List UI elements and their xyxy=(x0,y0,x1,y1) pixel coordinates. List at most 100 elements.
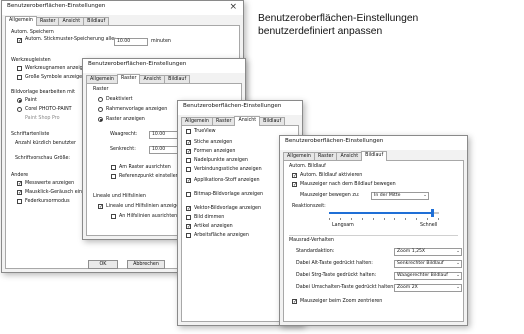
view-option-checkbox[interactable]: ✓ xyxy=(186,149,191,155)
paint-label: Paint xyxy=(25,98,37,103)
show-guides-checkbox[interactable]: ✓ xyxy=(98,204,103,210)
grid-label: Raster xyxy=(93,87,109,92)
autoscroll-label: Autom. Bildlauf xyxy=(289,164,326,169)
autosave-interval-input[interactable]: 10.00 xyxy=(114,38,148,46)
view-option-checkbox[interactable] xyxy=(186,158,191,163)
view-option-checkbox[interactable] xyxy=(186,233,191,238)
slider-tick xyxy=(427,218,428,220)
shift-key-select[interactable]: Zoom 2X ⌄ xyxy=(394,284,462,292)
close-icon[interactable]: × xyxy=(229,2,237,13)
chevron-down-icon: ⌄ xyxy=(456,261,460,266)
slider-tick xyxy=(438,218,439,220)
dialog-scroll: Benutzeroberflächen-Einstellungen Allgem… xyxy=(279,135,468,326)
ok-button[interactable]: OK xyxy=(88,260,118,269)
slider-tick xyxy=(384,218,385,220)
paint-radio[interactable] xyxy=(17,98,22,103)
title-bar: Benutzeroberflächen-Einstellungen xyxy=(83,59,245,73)
view-option-label: TrueView xyxy=(194,129,216,134)
autoscroll-enable-checkbox[interactable]: ✓ xyxy=(292,173,297,179)
default-action-select[interactable]: Zoom 1,25X ⌄ xyxy=(394,248,462,256)
view-option-checkbox[interactable] xyxy=(186,192,191,197)
show-grid-radio[interactable] xyxy=(98,117,103,122)
show-guides-label: Lineale und Hilfslinien anzeigen xyxy=(106,204,183,209)
recent-fonts-label: Anzahl kürzlich benutzter xyxy=(15,141,76,146)
title-bar: Benutzeroberflächen-Einstellungen xyxy=(178,101,302,115)
other-label: Andere xyxy=(11,173,29,178)
view-option-checkbox[interactable]: ✓ xyxy=(186,206,191,212)
snap-to-grid-label: Am Raster ausrichten xyxy=(119,165,171,170)
view-option-checkbox[interactable]: ✓ xyxy=(186,178,191,184)
reference-point-checkbox[interactable] xyxy=(111,174,116,179)
reaction-time-label: Reaktionszeit: xyxy=(292,204,326,209)
reaction-time-slider[interactable] xyxy=(329,209,439,221)
corel-label: Corel PHOTO-PAINT xyxy=(25,107,72,112)
alt-key-label: Dabei Alt-Taste gedrückt halten: xyxy=(296,261,373,266)
show-grid-label: Raster anzeigen xyxy=(106,117,145,122)
wheel-label: Mausrad-Verhalten xyxy=(289,238,334,243)
horizontal-label: Waagrecht: xyxy=(110,132,138,137)
view-option-label: Applikations-Stoff anzeigen xyxy=(194,178,260,183)
pen-cursor-label: Federkursormodus xyxy=(25,199,70,204)
move-cursor-checkbox[interactable]: ✓ xyxy=(292,182,297,188)
alt-key-value: Senkrechter Bildlauf xyxy=(397,261,444,266)
vertical-label: Senkrecht: xyxy=(110,147,136,152)
view-option-checkbox[interactable] xyxy=(186,129,191,134)
paintshop-label: Paint Shop Pro xyxy=(25,116,60,121)
alt-key-select[interactable]: Senkrechter Bildlauf ⌄ xyxy=(394,260,462,268)
pen-cursor-checkbox[interactable] xyxy=(17,199,22,204)
large-icons-checkbox[interactable] xyxy=(17,75,22,80)
slider-thumb[interactable] xyxy=(431,209,434,217)
dialog-title: Benutzeroberflächen-Einstellungen xyxy=(7,3,106,9)
autoscroll-enable-label: Autom. Bildlauf aktivieren xyxy=(300,173,363,178)
view-option-checkbox[interactable] xyxy=(186,167,191,172)
default-action-value: Zoom 1,25X xyxy=(397,249,426,254)
slider-tick xyxy=(373,218,374,220)
chevron-down-icon: ⌄ xyxy=(423,193,427,198)
slider-tick xyxy=(405,218,406,220)
tool-names-checkbox[interactable] xyxy=(17,66,22,71)
center-on-zoom-checkbox[interactable]: ✓ xyxy=(292,299,297,305)
ctrl-key-select[interactable]: Waagerechter Bildlauf ⌄ xyxy=(394,272,462,280)
fonts-label: Schriftartenliste xyxy=(11,132,50,137)
tab-grid[interactable]: Raster xyxy=(116,74,141,84)
disabled-radio[interactable] xyxy=(98,97,103,102)
chevron-down-icon: ⌄ xyxy=(456,285,460,290)
move-to-select[interactable]: In der Mitte ⌄ xyxy=(371,192,429,200)
slider-tick xyxy=(416,218,417,220)
view-option-label: Bitmap-Bildvorlage anzeigen xyxy=(194,192,264,197)
view-option-checkbox[interactable]: ✓ xyxy=(186,224,191,230)
slider-tick xyxy=(394,218,395,220)
slider-fill xyxy=(329,212,431,214)
snap-to-guides-checkbox[interactable] xyxy=(111,214,116,219)
move-to-label: Mauszeiger bewegen zu: xyxy=(300,193,360,198)
dialog-title: Benutzeroberflächen-Einstellungen xyxy=(285,138,384,144)
slider-tick xyxy=(329,218,330,220)
autosave-text: Autom. Stickmuster-Speicherung alle: xyxy=(25,37,116,42)
dialog-title: Benutzeroberflächen-Einstellungen xyxy=(88,61,187,67)
autosave-label: Autom. Speichern xyxy=(11,30,54,35)
autosave-checkbox[interactable]: ✓ xyxy=(17,38,22,44)
view-option-label: Stiche anzeigen xyxy=(194,140,233,145)
snap-to-grid-checkbox[interactable] xyxy=(111,165,116,170)
chevron-down-icon: ⌄ xyxy=(456,273,460,278)
shift-key-value: Zoom 2X xyxy=(397,285,418,290)
corel-radio[interactable] xyxy=(17,107,22,112)
cancel-button[interactable]: Abbrechen xyxy=(127,260,165,269)
slider-tick xyxy=(351,218,352,220)
tab-scroll[interactable]: Bildlauf xyxy=(361,151,388,161)
view-option-checkbox[interactable] xyxy=(186,215,191,220)
toolbars-label: Werkzeugleisten xyxy=(11,58,51,63)
large-icons-label: Große Symbole anzeigen xyxy=(25,75,86,80)
tab-general[interactable]: Allgemein xyxy=(5,16,37,26)
heading-line-2: benutzerdefiniert anpassen xyxy=(258,26,383,37)
chevron-down-icon: ⌄ xyxy=(456,249,460,254)
view-option-checkbox[interactable]: ✓ xyxy=(186,140,191,146)
measurements-checkbox[interactable]: ✓ xyxy=(17,181,22,187)
frame-template-radio[interactable] xyxy=(98,107,103,112)
reference-point-label: Referenzpunkt einstellen xyxy=(119,174,179,179)
slow-label: Langsam xyxy=(332,223,354,228)
slider-tick xyxy=(362,218,363,220)
heading-line-1: Benutzeroberflächen-Einstellungen xyxy=(258,13,419,24)
click-sound-checkbox[interactable]: ✓ xyxy=(17,190,22,196)
tab-view[interactable]: Ansicht xyxy=(234,116,261,126)
